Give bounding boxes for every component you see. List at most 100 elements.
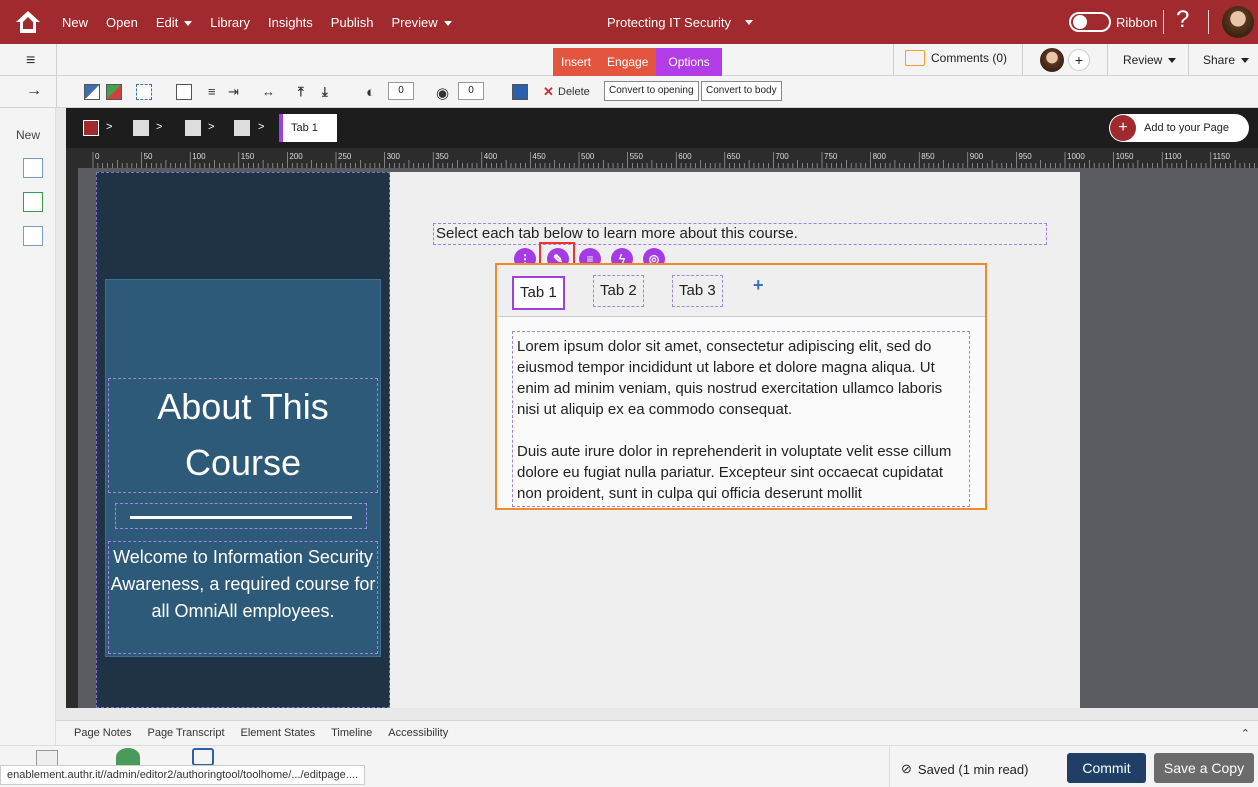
chat-icon[interactable]: [116, 748, 140, 766]
tabs-header: Tab 1 Tab 2 Tab 3 +: [497, 265, 985, 317]
footer: enablement.authr.it//admin/editor2/autho…: [0, 745, 1258, 787]
tab-3[interactable]: Tab 3: [672, 275, 723, 307]
heading-line-2: Course: [184, 442, 302, 483]
project-title[interactable]: Protecting IT Security: [560, 0, 800, 44]
word-export-icon[interactable]: [512, 84, 528, 100]
ruler-label: 700: [775, 152, 789, 161]
ruler-label: 300: [387, 152, 401, 161]
share-menu[interactable]: Share: [1203, 53, 1250, 67]
divider-line[interactable]: [115, 503, 367, 529]
ribbon-tabs: Insert Engage Options: [553, 48, 722, 76]
content-paragraph-1: Lorem ipsum dolor sit amet, consectetur …: [517, 338, 943, 418]
breadcrumb-separator: >: [106, 121, 113, 133]
tab-page-notes[interactable]: Page Notes: [74, 727, 131, 739]
bottom-tabs: Page Notes Page Transcript Element State…: [56, 720, 1258, 745]
convert-to-body-button[interactable]: Convert to body: [701, 81, 782, 101]
ruler-label: 950: [1018, 152, 1032, 161]
add-collaborator-button[interactable]: +: [1068, 49, 1090, 71]
border-icon[interactable]: [136, 84, 152, 100]
comments-button[interactable]: Comments (0): [905, 50, 1007, 66]
saved-label: Saved (1 min read): [917, 761, 1029, 777]
tab-2[interactable]: Tab 2: [593, 275, 644, 307]
save-copy-button[interactable]: Save a Copy: [1154, 753, 1254, 783]
tab-insert[interactable]: Insert: [553, 48, 600, 76]
ruler-label: 850: [921, 152, 935, 161]
review-label: Review: [1123, 53, 1163, 67]
ruler-label: 550: [630, 152, 644, 161]
help-button[interactable]: ?: [1176, 6, 1189, 34]
tab-engage[interactable]: Engage: [599, 48, 657, 76]
tab-1[interactable]: Tab 1: [512, 276, 565, 310]
collaborator-avatar[interactable]: [1040, 48, 1064, 72]
menu-open[interactable]: Open: [106, 15, 138, 30]
instruction-text[interactable]: Select each tab below to learn more abou…: [433, 223, 1047, 245]
ruler-label: 50: [144, 152, 153, 161]
menu-library[interactable]: Library: [210, 15, 250, 30]
about-heading[interactable]: About This Course: [108, 378, 378, 493]
tab-options[interactable]: Options: [656, 48, 722, 76]
delete-icon[interactable]: ✕: [543, 84, 554, 100]
align-left-icon[interactable]: ≡: [208, 84, 216, 99]
hamburger-icon[interactable]: ≡: [26, 52, 35, 70]
status-url: enablement.authr.it//admin/editor2/autho…: [0, 765, 366, 785]
check-circle-icon: ⊘: [901, 761, 912, 776]
tab-content[interactable]: Lorem ipsum dolor sit amet, consectetur …: [512, 331, 970, 507]
convert-to-opening-button[interactable]: Convert to opening: [604, 81, 699, 101]
tab-element-states[interactable]: Element States: [241, 727, 316, 739]
page-icon[interactable]: [83, 120, 99, 136]
toggle-knob: [1073, 15, 1087, 29]
divider: [130, 516, 352, 519]
ruler-label: 1150: [1213, 152, 1231, 161]
layout-icon[interactable]: [185, 120, 201, 136]
tab-timeline[interactable]: Timeline: [331, 727, 372, 739]
menu-insights[interactable]: Insights: [268, 15, 313, 30]
tabs-icon[interactable]: [234, 120, 250, 136]
vertical-ruler: [66, 168, 78, 708]
page-template-icon[interactable]: [23, 158, 43, 178]
image-icon[interactable]: [106, 84, 122, 100]
width-icon[interactable]: ↔: [262, 84, 275, 99]
menu-publish[interactable]: Publish: [331, 15, 374, 30]
background-color-icon[interactable]: [84, 84, 100, 100]
search-page-icon[interactable]: [23, 226, 43, 246]
delete-button[interactable]: Delete: [558, 86, 590, 98]
question-template-icon[interactable]: [23, 192, 43, 212]
collapse-icon[interactable]: ⌃: [1241, 727, 1250, 740]
menu-preview[interactable]: Preview: [391, 15, 452, 30]
edit-icon[interactable]: [176, 84, 192, 100]
tab-page-transcript[interactable]: Page Transcript: [147, 727, 224, 739]
opacity-input[interactable]: 0: [388, 82, 414, 100]
rotation-input[interactable]: 0: [458, 82, 484, 100]
indent-icon[interactable]: ⇥: [228, 84, 239, 100]
add-to-page-button[interactable]: + Add to your Page: [1109, 114, 1249, 142]
signpost-icon[interactable]: [192, 748, 214, 766]
opacity-icon[interactable]: ◐: [366, 84, 375, 101]
ruler-label: 350: [435, 152, 449, 161]
menu-new[interactable]: New: [62, 15, 88, 30]
arrow-right-icon[interactable]: →: [26, 82, 42, 100]
home-logo-icon[interactable]: [14, 8, 42, 36]
ribbon-toggle[interactable]: [1069, 12, 1111, 32]
rotation-icon[interactable]: ◉: [436, 84, 449, 102]
welcome-text[interactable]: Welcome to Information Security Awarenes…: [108, 541, 378, 654]
ruler-label: 400: [484, 152, 498, 161]
tabs-component[interactable]: Tab 1 Tab 2 Tab 3 + Lorem ipsum dolor si…: [495, 263, 987, 510]
review-menu[interactable]: Review: [1123, 53, 1177, 67]
menu-edit[interactable]: Edit: [156, 15, 193, 30]
divider: [1208, 10, 1209, 34]
commit-button[interactable]: Commit: [1067, 753, 1146, 783]
tab-accessibility[interactable]: Accessibility: [388, 727, 448, 739]
ruler-label: 900: [970, 152, 984, 161]
add-tab-button[interactable]: +: [753, 275, 764, 296]
user-avatar[interactable]: [1222, 6, 1254, 38]
heading-line-1: About This: [157, 386, 329, 427]
section-icon[interactable]: [133, 120, 149, 136]
align-bottom-icon[interactable]: ⤓: [322, 84, 328, 100]
ruler-label: 500: [581, 152, 595, 161]
breadcrumb-tab1[interactable]: Tab 1: [279, 114, 337, 142]
share-label: Share: [1203, 53, 1236, 67]
profile-card-icon[interactable]: [36, 750, 58, 766]
canvas-margin: [1082, 172, 1258, 708]
align-top-icon[interactable]: ⤒: [298, 84, 304, 100]
divider: [889, 746, 890, 787]
